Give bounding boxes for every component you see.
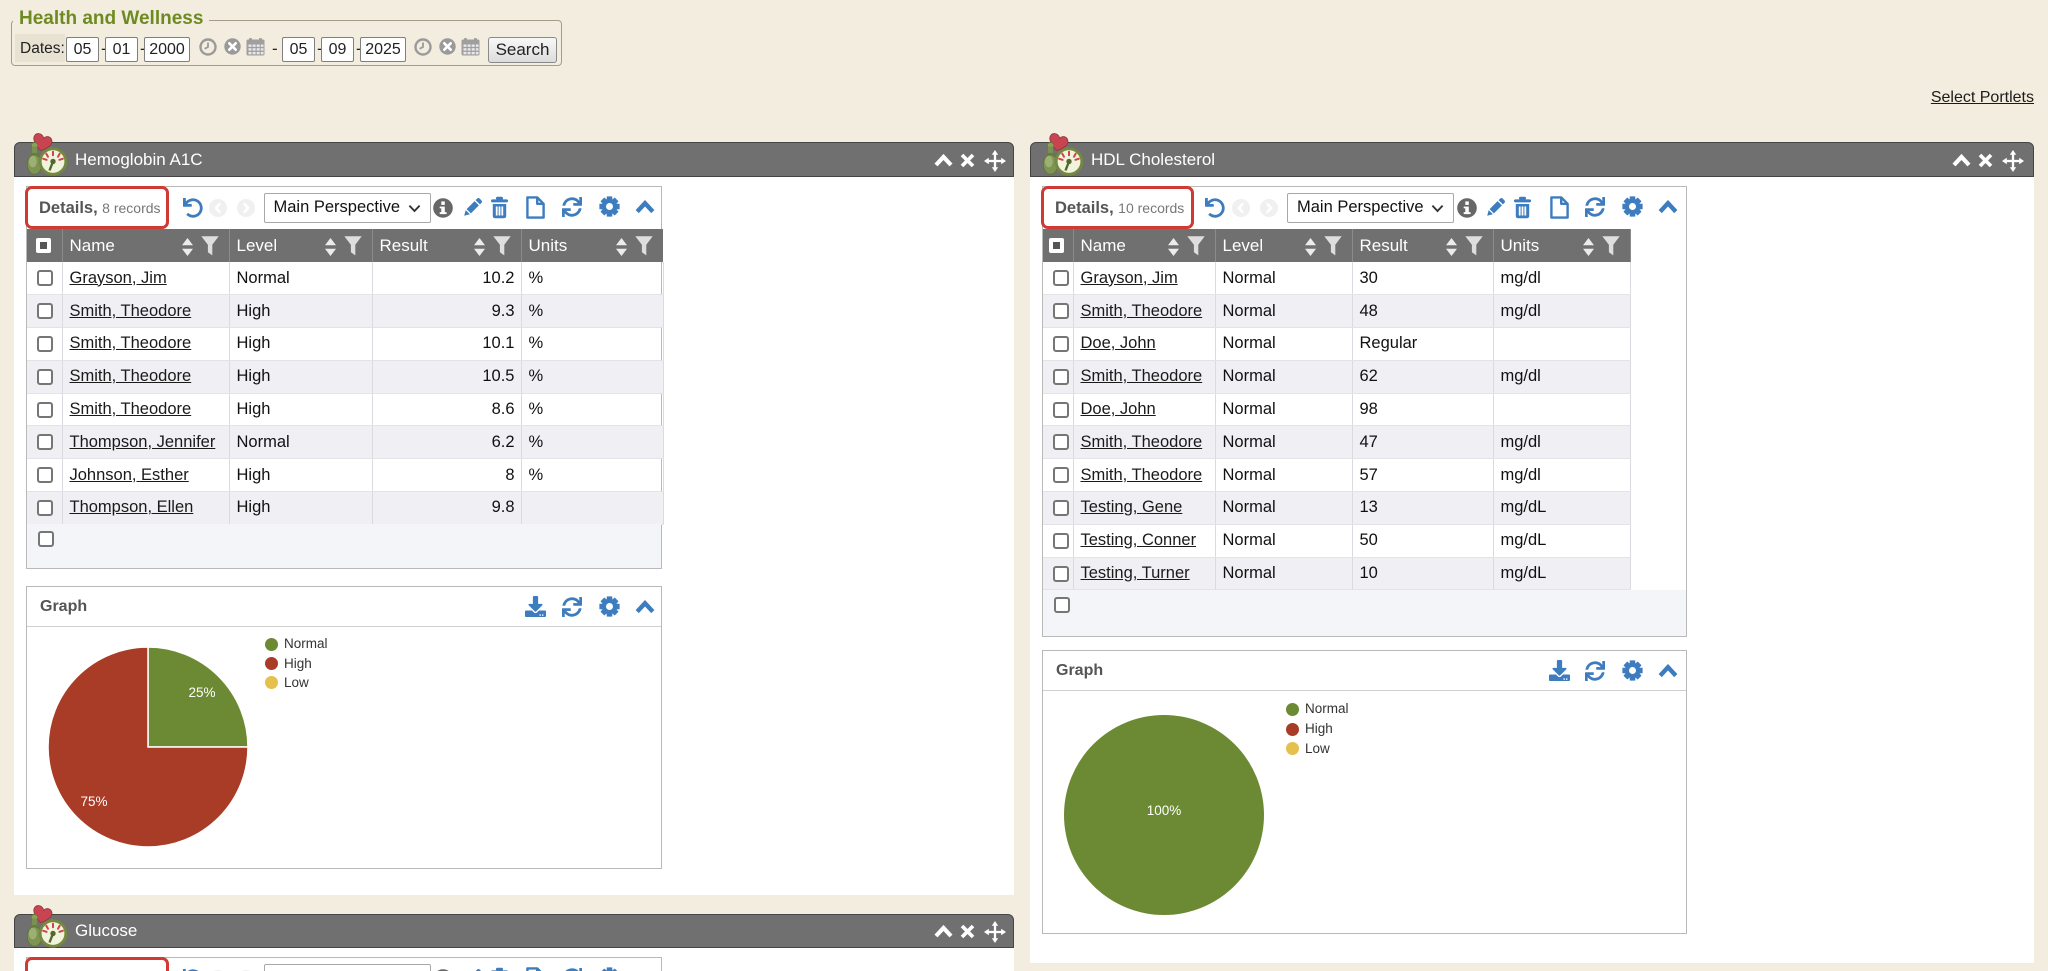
- svg-text:75%: 75%: [80, 794, 107, 809]
- svg-text:100%: 100%: [1147, 803, 1182, 818]
- svg-text:25%: 25%: [188, 685, 215, 700]
